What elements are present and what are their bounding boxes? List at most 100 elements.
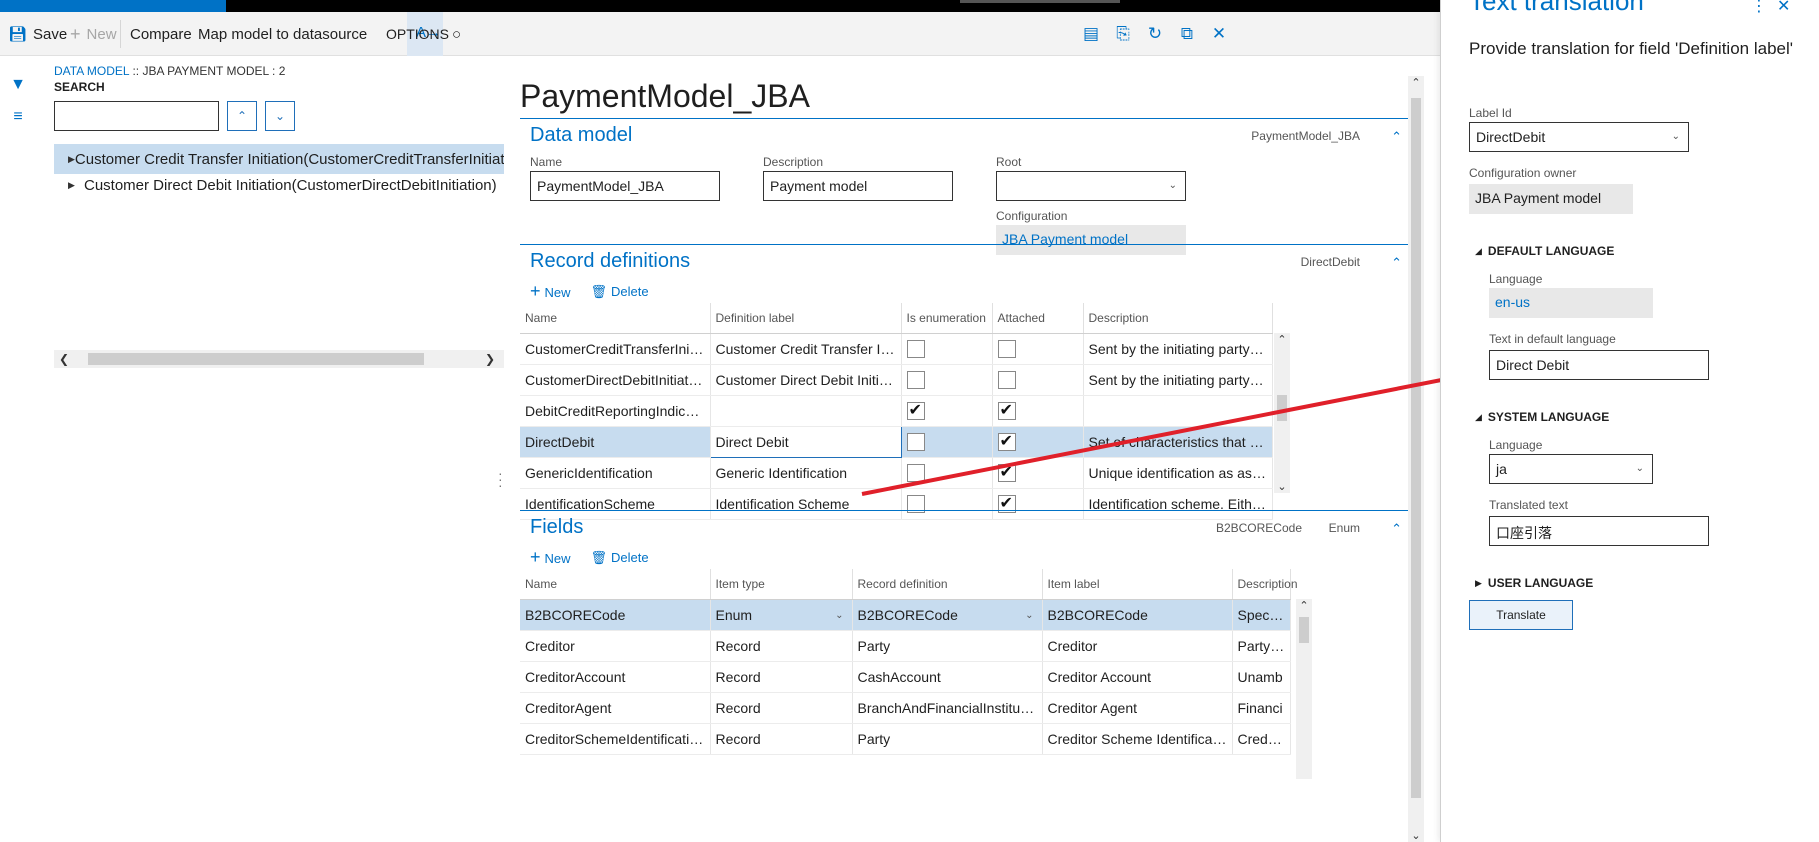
cell-description[interactable]: Sent by the initiating party to th... [1083,364,1273,396]
data-model-header[interactable]: Data model PaymentModel_JBA ⌃ [520,119,1412,153]
table-row[interactable]: DebitCreditReportingIndicator [520,395,1273,427]
column-header-item-type[interactable]: Item type [710,569,853,600]
search-previous-button[interactable]: ⌃ [227,101,257,131]
save-button[interactable]: 💾︎ Save [8,12,67,56]
expand-icon[interactable]: ▶ [68,154,75,165]
options-tab[interactable]: OPTIONS [386,12,449,56]
column-header-description[interactable]: Description [1083,303,1273,334]
cell-item-label[interactable]: B2BCORECode [1042,599,1233,631]
label-id-dropdown[interactable]: DirectDebit ⌄ [1469,122,1689,152]
scroll-left-icon[interactable]: ❮ [54,350,74,368]
more-icon[interactable]: ⋮ [1751,0,1767,16]
cell-definition-label[interactable]: Generic Identification [710,457,902,489]
close-icon[interactable]: ✕ [1777,0,1790,16]
column-header-item-label[interactable]: Item label [1042,569,1233,600]
table-row[interactable]: CreditorAccount Record CashAccount Credi… [520,661,1291,693]
system-language-group[interactable]: ◢ SYSTEM LANGUAGE [1475,410,1609,424]
search-input[interactable] [54,101,219,131]
configuration-owner-field[interactable]: JBA Payment model [1469,184,1633,214]
cell-description[interactable]: Specifie [1232,599,1291,631]
column-header-description[interactable]: Description [1232,569,1298,600]
cell-name[interactable]: CustomerDirectDebitInitiation [520,364,711,396]
collapse-icon[interactable]: ⌃ [1391,255,1402,271]
compare-button[interactable]: Compare [130,12,192,56]
default-language-group[interactable]: ◢ DEFAULT LANGUAGE [1475,244,1614,258]
cell-item-type[interactable]: Record [710,661,853,693]
system-language-dropdown[interactable]: ja ⌄ [1489,454,1653,484]
cell-name[interactable]: Creditor [520,630,711,662]
scroll-up-icon[interactable]: ⌃ [1296,599,1312,612]
cell-name[interactable]: CustomerCreditTransferInitiation [520,333,711,365]
cell-definition-label[interactable]: Customer Direct Debit Initiation [710,364,902,396]
default-text-field[interactable]: Direct Debit [1489,350,1709,380]
cell-item-type[interactable]: Record [710,630,853,662]
records-delete-button[interactable]: 🗑︎ Delete [591,284,649,300]
attached-checkbox[interactable] [997,400,1016,420]
is-enumeration-checkbox[interactable] [906,370,925,389]
lightbulb-button[interactable]: ○ [452,12,461,56]
fields-new-button[interactable]: + New [530,547,571,568]
table-row[interactable]: CreditorSchemeIdentification Record Part… [520,723,1291,755]
cell-name[interactable]: DebitCreditReportingIndicator [520,395,711,427]
attached-checkbox[interactable] [997,339,1016,358]
cell-record-definition[interactable]: Party [852,630,1043,662]
is-enumeration-checkbox[interactable] [906,463,925,482]
cell-description[interactable]: Unique identification as assigne... [1083,457,1273,489]
new-button[interactable]: + New [70,12,117,56]
cell-record-definition[interactable]: CashAccount [852,661,1043,693]
cell-name[interactable]: GenericIdentification [520,457,711,489]
fields-header[interactable]: Fields B2BCORECode Enum ⌃ [520,511,1412,545]
scroll-right-icon[interactable]: ❯ [480,350,500,368]
scrollbar-thumb[interactable] [1411,98,1421,798]
cell-description[interactable]: Credit p [1232,723,1291,755]
cell-description[interactable]: Sent by the initiating party to th... [1083,333,1273,365]
cell-description[interactable]: Party to [1232,630,1291,662]
definition-label-input[interactable]: Direct Debit [709,425,902,458]
list-icon[interactable]: ≡ [9,108,27,126]
refresh-icon[interactable]: ↻ [1146,25,1164,43]
fields-delete-button[interactable]: 🗑︎ Delete [591,550,649,566]
fields-vertical-scrollbar[interactable]: ⌃ [1296,599,1312,779]
root-dropdown[interactable]: ⌄ [996,171,1186,201]
cell-record-definition[interactable]: BranchAndFinancialInstitution [852,692,1043,724]
column-header-name[interactable]: Name [520,303,711,334]
cell-description[interactable]: Set of characteristics that apply to [1083,426,1273,458]
scroll-down-icon[interactable]: ⌄ [1274,480,1290,493]
attached-checkbox[interactable] [997,431,1016,451]
is-enumeration-checkbox[interactable] [906,432,925,451]
table-row-selected[interactable]: DirectDebit Direct Debit Set of characte… [520,425,1273,458]
record-definitions-header[interactable]: Record definitions DirectDebit ⌃ [520,245,1412,279]
records-new-button[interactable]: + New [530,281,571,302]
table-row[interactable]: CreditorAgent Record BranchAndFinancialI… [520,692,1291,724]
cell-item-type[interactable]: Record [710,723,853,755]
scroll-up-icon[interactable]: ⌃ [1274,333,1290,346]
cell-item-label[interactable]: Creditor Account [1042,661,1233,693]
cell-item-type[interactable]: Record [710,692,853,724]
translated-text-field[interactable]: 口座引落 [1489,516,1709,546]
pane-splitter-handle[interactable]: · · · [498,466,503,492]
column-header-is-enumeration[interactable]: Is enumeration [901,303,993,334]
expand-icon[interactable]: ▶ [68,180,84,191]
attached-checkbox[interactable] [997,462,1016,482]
table-row[interactable]: GenericIdentification Generic Identifica… [520,457,1273,489]
page-vertical-scrollbar[interactable]: ⌃ ⌄ [1408,76,1424,842]
default-language-field[interactable]: en-us [1489,288,1653,318]
item-type-dropdown[interactable]: Enum ⌄ [710,599,853,631]
cell-name[interactable]: B2BCORECode [520,599,711,631]
cell-name[interactable]: DirectDebit [520,426,711,458]
office-icon[interactable]: ▤ [1082,25,1100,43]
column-header-record-definition[interactable]: Record definition [852,569,1043,600]
cell-definition-label[interactable]: Customer Credit Transfer Initiati... [710,333,902,365]
breadcrumb-link[interactable]: DATA MODEL [54,64,129,78]
is-enumeration-checkbox[interactable] [906,400,925,420]
attach-icon[interactable]: ⎘ [1114,25,1132,43]
search-next-button[interactable]: ⌄ [265,101,295,131]
scrollbar-thumb[interactable] [1277,395,1287,421]
attached-checkbox[interactable] [997,370,1016,389]
cell-description[interactable]: Financi [1232,692,1291,724]
cell-item-label[interactable]: Creditor [1042,630,1233,662]
description-field[interactable]: Payment model [763,171,953,201]
table-row-selected[interactable]: B2BCORECode Enum ⌄ B2BCORECode ⌄ B2BCORECo… [520,599,1291,631]
close-icon[interactable]: ✕ [1210,25,1228,43]
scrollbar-thumb[interactable] [1299,617,1309,643]
